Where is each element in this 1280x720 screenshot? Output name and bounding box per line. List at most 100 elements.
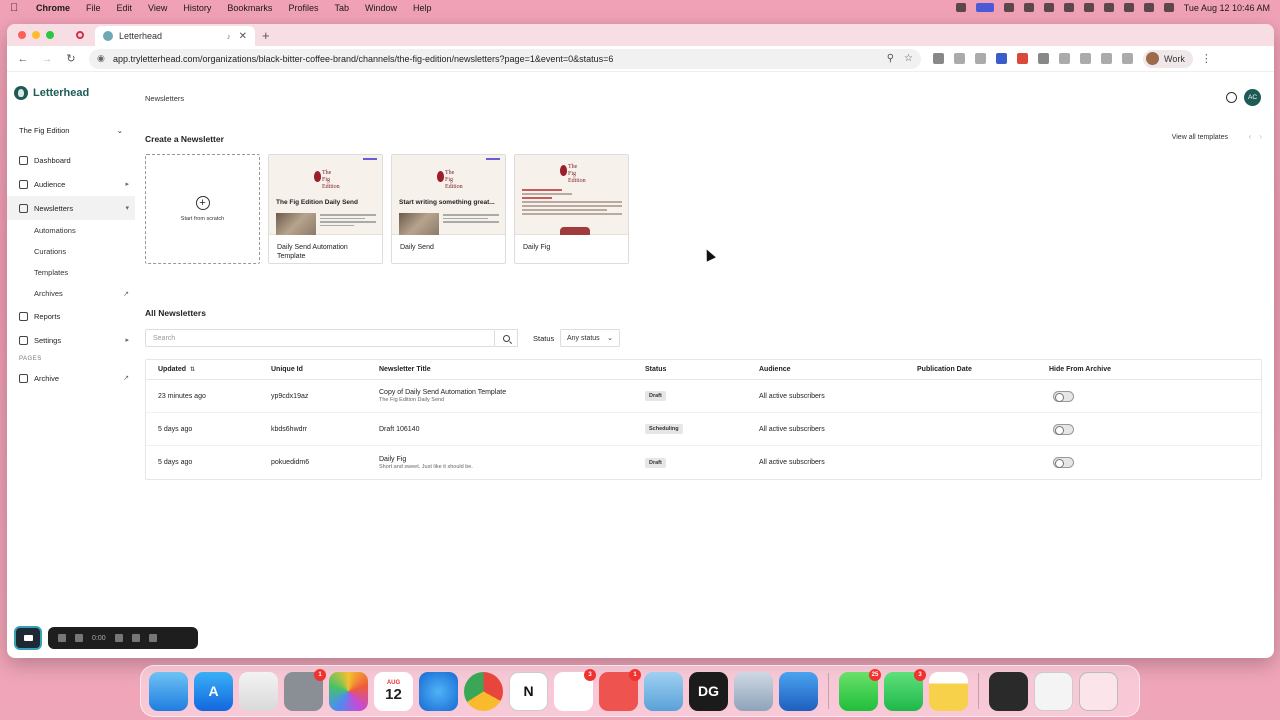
finder-icon[interactable] <box>149 671 188 711</box>
window-thumbnail[interactable] <box>989 671 1028 711</box>
camera-icon[interactable] <box>14 626 42 650</box>
cell-title[interactable]: Daily Fig Short and sweet. Just like it … <box>379 456 645 470</box>
template-card[interactable]: The Fig Edition Daily Fig <box>514 154 629 264</box>
newsletter-title[interactable]: Draft 106140 <box>379 426 645 433</box>
trash-icon[interactable] <box>148 634 157 642</box>
launchpad-icon[interactable] <box>239 671 278 711</box>
search-icon[interactable] <box>1123 3 1134 12</box>
template-card[interactable]: The Fig Edition The Fig Edition Daily Send… <box>268 154 383 264</box>
puzzle-icon[interactable] <box>1038 53 1049 64</box>
photos-icon[interactable] <box>329 671 368 711</box>
system-settings-icon[interactable]: 1 <box>284 668 326 711</box>
chevron-left-icon[interactable]: ‹ <box>1249 132 1252 141</box>
trash-icon[interactable] <box>1079 671 1118 711</box>
tab-audio-icon[interactable]: ♪ <box>227 32 231 41</box>
control-center-icon[interactable] <box>1143 3 1154 12</box>
vpn-icon[interactable] <box>1043 3 1054 12</box>
chevron-right-icon[interactable]: › <box>1259 132 1262 141</box>
letterhead-logo[interactable]: Letterhead <box>7 86 135 100</box>
channel-selector[interactable]: The Fig Edition ⌄ <box>13 122 129 138</box>
cast-icon[interactable] <box>1122 53 1133 64</box>
extension-icon[interactable] <box>1080 53 1091 64</box>
notes-icon[interactable] <box>929 671 968 711</box>
back-button[interactable]: ← <box>13 53 33 65</box>
search-button[interactable] <box>495 329 518 347</box>
hide-from-archive-toggle[interactable] <box>1053 423 1074 435</box>
sidebar-item-dashboard[interactable]: Dashboard <box>7 148 135 172</box>
microphone-icon[interactable] <box>955 3 966 12</box>
testflight-icon[interactable] <box>779 671 818 711</box>
extension-icon[interactable] <box>933 53 944 64</box>
sort-icon[interactable]: ⇅ <box>190 367 195 373</box>
notion-icon[interactable]: N <box>509 671 548 711</box>
menu-file[interactable]: File <box>86 3 101 13</box>
bookmark-star-icon[interactable]: ☆ <box>904 53 913 64</box>
menu-bookmarks[interactable]: Bookmarks <box>227 3 272 13</box>
address-bar[interactable]: ◉ app.tryletterhead.com/organizations/bl… <box>89 48 921 69</box>
table-row[interactable]: 5 days ago kbds6hwdrr Draft 106140 Sched… <box>146 413 1261 446</box>
zoom-window-button[interactable] <box>46 31 54 39</box>
menu-window[interactable]: Window <box>365 3 397 13</box>
menu-app-chrome[interactable]: Chrome <box>36 3 70 13</box>
stop-icon[interactable] <box>58 634 66 642</box>
user-avatar[interactable]: AC <box>1244 89 1261 106</box>
reload-button[interactable]: ↻ <box>61 52 81 65</box>
play-icon[interactable] <box>1063 3 1074 12</box>
restart-icon[interactable] <box>131 634 140 642</box>
new-tab-button[interactable]: + <box>262 28 270 43</box>
menu-help[interactable]: Help <box>413 3 432 13</box>
sidebar-item-archive-page[interactable]: Archive ↗ <box>7 366 135 390</box>
datagrip-icon[interactable]: DG <box>689 671 728 711</box>
sidebar-item-settings[interactable]: Settings ▸ <box>7 328 135 352</box>
hide-from-archive-toggle[interactable] <box>1053 390 1074 402</box>
search-input[interactable]: Search <box>145 329 495 347</box>
preview-icon[interactable] <box>734 671 773 711</box>
url-text[interactable]: app.tryletterhead.com/organizations/blac… <box>113 54 877 64</box>
location-icon[interactable] <box>1101 53 1112 64</box>
cell-title[interactable]: Copy of Daily Send Automation Template T… <box>379 389 645 403</box>
sidebar-item-curations[interactable]: Curations <box>7 241 135 262</box>
pause-icon[interactable] <box>75 634 83 642</box>
sidebar-item-templates[interactable]: Templates <box>7 262 135 283</box>
view-all-templates-link[interactable]: View all templates <box>1172 134 1228 141</box>
chrome-icon[interactable] <box>464 671 503 711</box>
site-info-icon[interactable]: ◉ <box>97 53 107 64</box>
extension-icon[interactable] <box>954 53 965 64</box>
scissors-icon[interactable] <box>644 671 683 711</box>
menu-profiles[interactable]: Profiles <box>288 3 318 13</box>
menu-edit[interactable]: Edit <box>117 3 133 13</box>
siri-icon[interactable] <box>1163 3 1174 12</box>
newsletter-title[interactable]: Daily Fig <box>379 456 645 463</box>
cell-title[interactable]: Draft 106140 <box>379 426 645 433</box>
minimize-window-button[interactable] <box>32 31 40 39</box>
facetime-icon[interactable]: 3 <box>884 668 926 711</box>
zoom-icon[interactable]: ⚲ <box>887 53 894 64</box>
sidebar-item-reports[interactable]: Reports <box>7 304 135 328</box>
apple-icon[interactable]:  <box>10 2 24 14</box>
extension-icon[interactable] <box>1003 3 1014 12</box>
grid-icon[interactable] <box>114 634 123 642</box>
tab-close-icon[interactable]: ✕ <box>239 31 247 42</box>
app-store-icon[interactable]: A <box>194 671 233 711</box>
browser-menu-icon[interactable]: ⋮ <box>1201 52 1212 65</box>
hide-from-archive-toggle[interactable] <box>1053 457 1074 468</box>
start-from-scratch-card[interactable]: + Start from scratch <box>145 154 260 264</box>
window-thumbnail[interactable] <box>1034 671 1073 711</box>
menu-view[interactable]: View <box>148 3 167 13</box>
extension-icon[interactable] <box>1059 53 1070 64</box>
safari-icon[interactable] <box>419 671 458 711</box>
close-window-button[interactable] <box>18 31 26 39</box>
profile-button[interactable]: Work <box>1143 49 1193 68</box>
sidebar-item-audience[interactable]: Audience ▸ <box>7 172 135 196</box>
tab-letterhead[interactable]: Letterhead ♪ ✕ <box>95 26 255 46</box>
menu-tab[interactable]: Tab <box>334 3 349 13</box>
messages-icon[interactable]: 25 <box>839 668 881 711</box>
sidebar-item-archives[interactable]: Archives ↗ <box>7 283 135 304</box>
screen-record-icon[interactable] <box>975 3 994 12</box>
status-filter-select[interactable]: Any status ⌄ <box>560 329 620 347</box>
app-icon[interactable]: 1 <box>599 668 641 711</box>
table-row[interactable]: 23 minutes ago yp9cdx19az Copy of Daily … <box>146 380 1261 413</box>
table-row[interactable]: 5 days ago pokuedidm6 Daily Fig Short an… <box>146 446 1261 479</box>
wifi-icon[interactable] <box>1103 3 1114 12</box>
extension-icon[interactable] <box>975 53 986 64</box>
